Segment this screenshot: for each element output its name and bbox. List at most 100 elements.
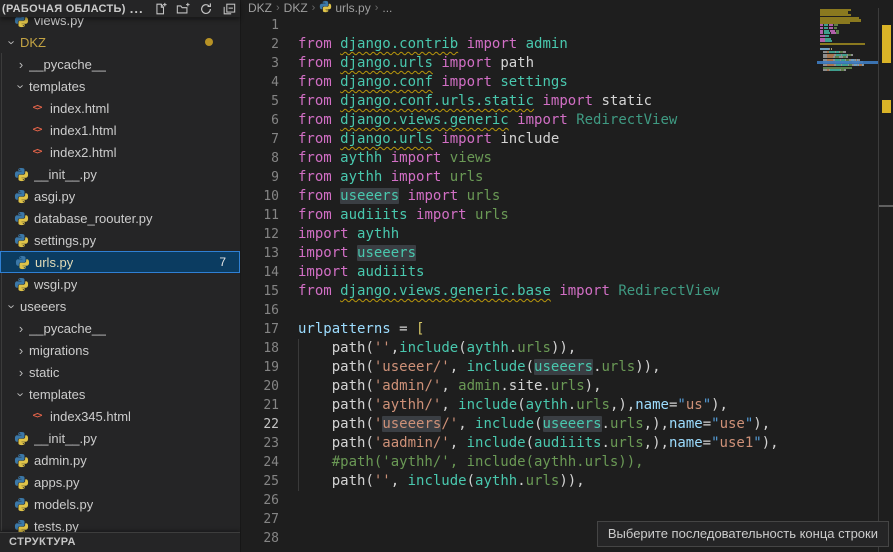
code-line-text: from aythh import views — [298, 149, 492, 168]
code-line-8[interactable]: 8from aythh import views — [241, 149, 821, 168]
breadcrumb-item[interactable]: DKZ — [284, 1, 308, 15]
code-line-25[interactable]: 25 path('', include(aythh.urls)), — [241, 472, 821, 491]
tree-item-label: __init__.py — [34, 431, 97, 446]
code-line-20[interactable]: 20 path('admin/', admin.site.urls), — [241, 377, 821, 396]
line-number: 24 — [241, 453, 279, 472]
chevron-right-icon: › — [13, 366, 29, 379]
code-line-16[interactable]: 16 — [241, 301, 821, 320]
tree-item-useeers[interactable]: ›useeers — [0, 295, 240, 317]
code-line-text: #path('aythh/', include(aythh.urls)), — [298, 453, 644, 472]
scrollbar-overview-ruler[interactable] — [878, 8, 893, 552]
line-number: 1 — [241, 16, 279, 35]
code-line-22[interactable]: 22 path('useeers/', include(useeers.urls… — [241, 415, 821, 434]
code-line-text: path('aadmin/', include(audiiits.urls,),… — [298, 434, 779, 453]
code-line-text: path('', include(aythh.urls)), — [298, 472, 585, 491]
code-line-text: from django.views.generic.base import Re… — [298, 282, 719, 301]
code-line-17[interactable]: 17urlpatterns = [ — [241, 320, 821, 339]
code-line-23[interactable]: 23 path('aadmin/', include(audiiits.urls… — [241, 434, 821, 453]
code-line-4[interactable]: 4from django.conf import settings — [241, 73, 821, 92]
modified-dot — [205, 38, 213, 46]
chevron-right-icon: › — [13, 58, 29, 71]
tree-item-migrations[interactable]: ›migrations — [0, 339, 240, 361]
html-file-icon: <> — [29, 122, 45, 138]
tree-item-label: DKZ — [20, 35, 46, 50]
tree-item--init-py[interactable]: __init__.py — [0, 427, 240, 449]
chevron-down-icon: › — [6, 34, 19, 50]
minimap[interactable] — [820, 6, 876, 80]
chevron-right-icon: › — [13, 322, 29, 335]
code-line-text: from django.conf.urls.static import stat… — [298, 92, 652, 111]
code-line-text: urlpatterns = [ — [298, 320, 424, 339]
code-line-7[interactable]: 7from django.urls import include — [241, 130, 821, 149]
code-line-9[interactable]: 9from aythh import urls — [241, 168, 821, 187]
code-line-18[interactable]: 18 path('',include(aythh.urls)), — [241, 339, 821, 358]
code-line-10[interactable]: 10from useeers import urls — [241, 187, 821, 206]
code-line-15[interactable]: 15from django.views.generic.base import … — [241, 282, 821, 301]
outline-section-header[interactable]: СТРУКТУРА — [0, 532, 240, 552]
breadcrumb-item[interactable]: DKZ — [248, 1, 272, 15]
tree-item-index1-html[interactable]: <> index1.html — [0, 119, 240, 141]
breadcrumb: DKZ›DKZ›urls.py›... — [241, 0, 893, 16]
chevron-right-icon: › — [13, 344, 29, 357]
python-file-icon — [13, 188, 29, 204]
breadcrumb-separator: › — [312, 2, 316, 14]
code-line-13[interactable]: 13import useeers — [241, 244, 821, 263]
tree-item-database-roouter-py[interactable]: database_roouter.py — [0, 207, 240, 229]
tree-item--pycache-[interactable]: ›__pycache__ — [0, 53, 240, 75]
tree-item-dkz[interactable]: ›DKZ — [0, 31, 240, 53]
file-tree: views.py›DKZ›__pycache__›templates<>inde… — [0, 0, 240, 533]
line-number: 2 — [241, 35, 279, 54]
code-line-14[interactable]: 14import audiiits — [241, 263, 821, 282]
more-actions-icon[interactable]: ... — [129, 1, 145, 17]
tree-item-label: index2.html — [50, 145, 116, 160]
tree-item-admin-py[interactable]: admin.py — [0, 449, 240, 471]
breadcrumb-separator: › — [276, 2, 280, 14]
code-line-3[interactable]: 3from django.urls import path — [241, 54, 821, 73]
tree-item-label: admin.py — [34, 453, 87, 468]
python-file-icon — [14, 254, 30, 270]
tree-item-templates[interactable]: ›templates — [0, 75, 240, 97]
code-line-5[interactable]: 5from django.conf.urls.static import sta… — [241, 92, 821, 111]
tree-item-wsgi-py[interactable]: wsgi.py — [0, 273, 240, 295]
python-file-icon — [13, 452, 29, 468]
breadcrumb-item[interactable]: ... — [382, 1, 392, 15]
code-line-text: import audiiits — [298, 263, 424, 282]
code-line-text: import aythh — [298, 225, 399, 244]
ruler-warning-mark — [882, 100, 891, 113]
tree-item--init-py[interactable]: __init__.py — [0, 163, 240, 185]
tree-item-tests-py[interactable]: tests.py — [0, 515, 240, 533]
code-line-21[interactable]: 21 path('aythh/', include(aythh.urls,),n… — [241, 396, 821, 415]
tree-item-settings-py[interactable]: settings.py — [0, 229, 240, 251]
refresh-icon[interactable] — [198, 1, 214, 17]
tree-item--pycache-[interactable]: ›__pycache__ — [0, 317, 240, 339]
chevron-down-icon: › — [6, 298, 19, 314]
tree-item-urls-py[interactable]: urls.py7 — [0, 251, 240, 273]
code-line-text: path('useeers/', include(useeers.urls,),… — [298, 415, 770, 434]
code-line-24[interactable]: 24 #path('aythh/', include(aythh.urls)), — [241, 453, 821, 472]
tree-item-asgi-py[interactable]: asgi.py — [0, 185, 240, 207]
tree-item-static[interactable]: ›static — [0, 361, 240, 383]
line-number: 7 — [241, 130, 279, 149]
code-line-26[interactable]: 26 — [241, 491, 821, 510]
code-line-1[interactable]: 1 — [241, 16, 821, 35]
line-number: 9 — [241, 168, 279, 187]
new-folder-icon[interactable] — [175, 1, 191, 17]
tree-item-templates[interactable]: ›templates — [0, 383, 240, 405]
code-line-6[interactable]: 6from django.views.generic import Redire… — [241, 111, 821, 130]
code-line-12[interactable]: 12import aythh — [241, 225, 821, 244]
tree-item-index-html[interactable]: <>index.html — [0, 97, 240, 119]
code-line-text: from django.conf import settings — [298, 73, 568, 92]
tree-item-apps-py[interactable]: apps.py — [0, 471, 240, 493]
code-line-19[interactable]: 19 path('useeer/', include(useeers.urls)… — [241, 358, 821, 377]
tree-item-models-py[interactable]: models.py — [0, 493, 240, 515]
code-area[interactable]: 12from django.contrib import admin3from … — [241, 16, 821, 552]
code-line-11[interactable]: 11from audiiits import urls — [241, 206, 821, 225]
python-file-icon — [13, 474, 29, 490]
collapse-all-icon[interactable] — [221, 1, 237, 17]
tree-item-index2-html[interactable]: <>index2.html — [0, 141, 240, 163]
breadcrumb-item[interactable]: urls.py — [319, 0, 370, 16]
code-line-2[interactable]: 2from django.contrib import admin — [241, 35, 821, 54]
new-file-icon[interactable] — [152, 1, 168, 17]
tree-item-index345-html[interactable]: <>index345.html — [0, 405, 240, 427]
tree-item-label: index1.html — [50, 123, 116, 138]
